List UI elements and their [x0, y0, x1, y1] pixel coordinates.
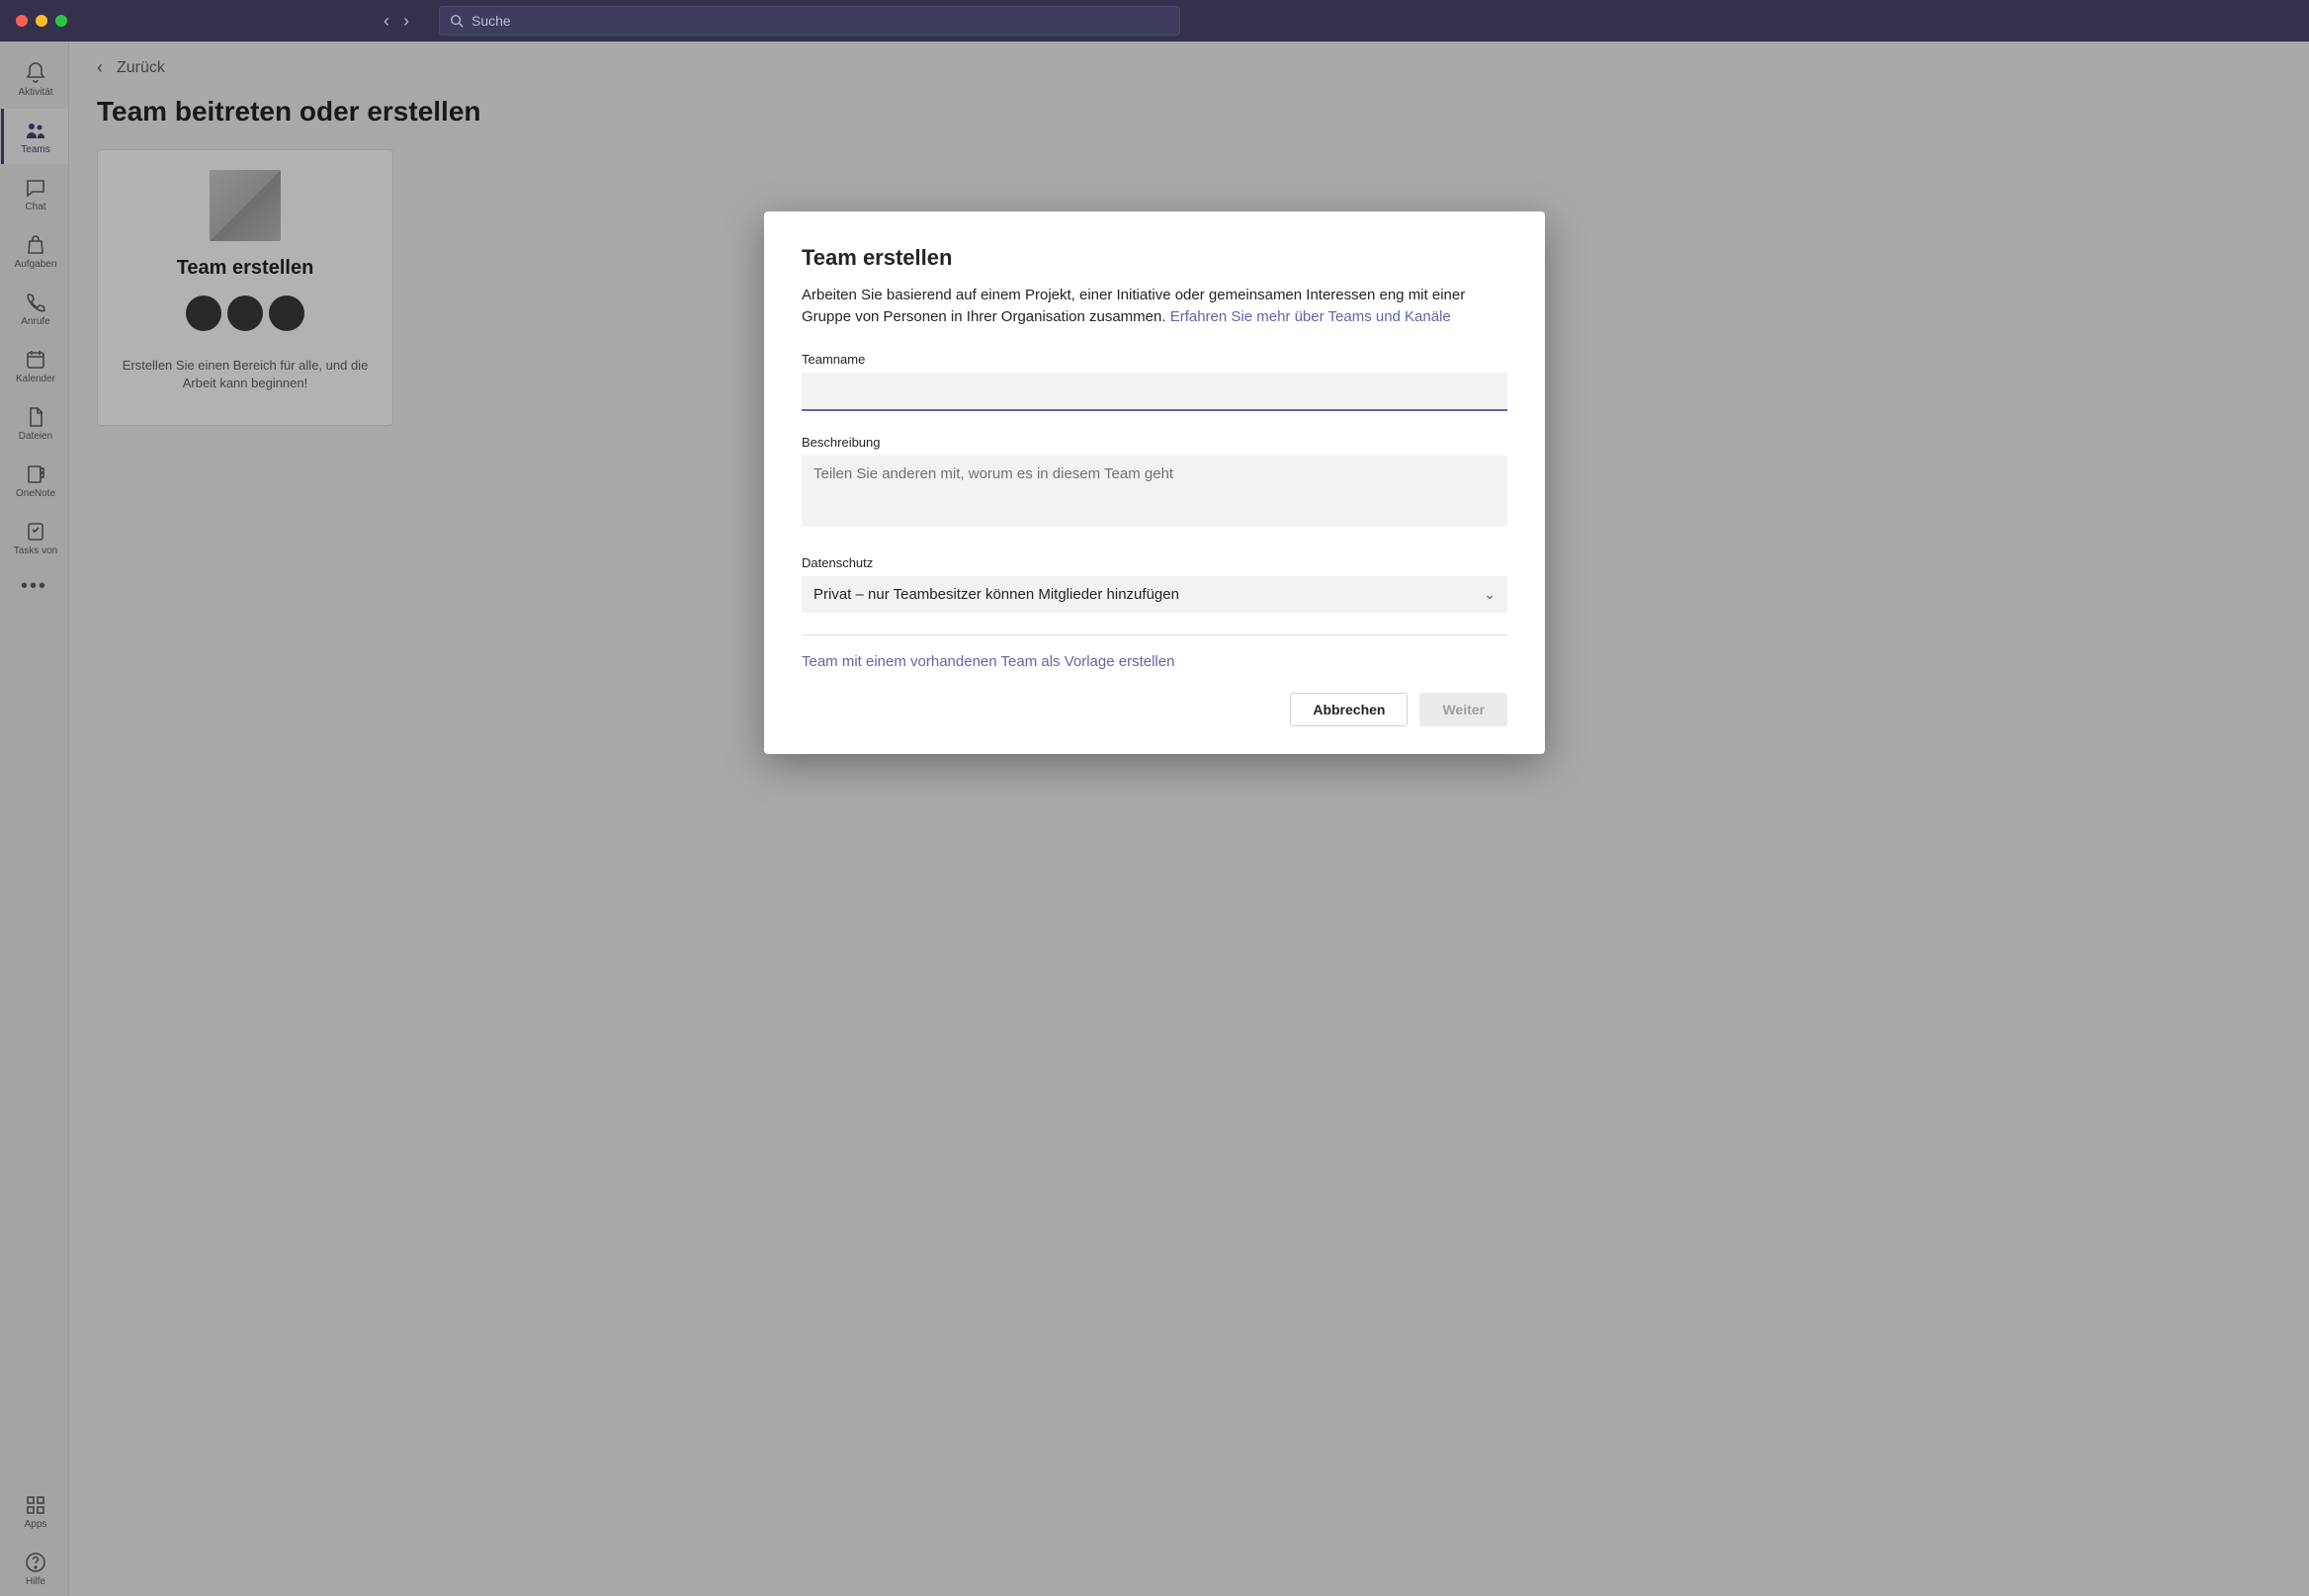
history-nav: ‹ › — [384, 11, 409, 32]
nav-back-icon[interactable]: ‹ — [384, 11, 389, 32]
window-controls — [16, 15, 67, 27]
cancel-button[interactable]: Abbrechen — [1290, 693, 1408, 726]
teamname-input[interactable] — [802, 373, 1507, 411]
privacy-value: Privat – nur Teambesitzer können Mitglie… — [813, 586, 1179, 603]
description-input[interactable] — [802, 456, 1507, 527]
modal-intro: Arbeiten Sie basierend auf einem Projekt… — [802, 285, 1507, 328]
next-button[interactable]: Weiter — [1419, 693, 1507, 726]
template-link[interactable]: Team mit einem vorhandenen Team als Vorl… — [802, 653, 1174, 670]
maximize-window-icon[interactable] — [55, 15, 67, 27]
nav-forward-icon[interactable]: › — [403, 11, 409, 32]
divider — [802, 634, 1507, 635]
search-placeholder: Suche — [471, 13, 511, 29]
label-privacy: Datenschutz — [802, 555, 1507, 570]
privacy-select[interactable]: Privat – nur Teambesitzer können Mitglie… — [802, 576, 1507, 613]
app-body: Aktivität Teams Chat Aufgaben Anrufe — [0, 42, 2309, 1596]
minimize-window-icon[interactable] — [36, 15, 47, 27]
label-teamname: Teamname — [802, 352, 1507, 367]
modal-intro-link[interactable]: Erfahren Sie mehr über Teams und Kanäle — [1170, 308, 1451, 325]
close-window-icon[interactable] — [16, 15, 28, 27]
search-icon — [450, 14, 464, 28]
label-description: Beschreibung — [802, 435, 1507, 450]
modal-actions: Abbrechen Weiter — [802, 693, 1507, 726]
create-team-modal: Team erstellen Arbeiten Sie basierend au… — [764, 211, 1545, 754]
title-bar: ‹ › Suche — [0, 0, 2309, 42]
modal-title: Team erstellen — [802, 245, 1507, 271]
chevron-down-icon: ⌄ — [1484, 586, 1496, 603]
search-input[interactable]: Suche — [439, 6, 1180, 36]
